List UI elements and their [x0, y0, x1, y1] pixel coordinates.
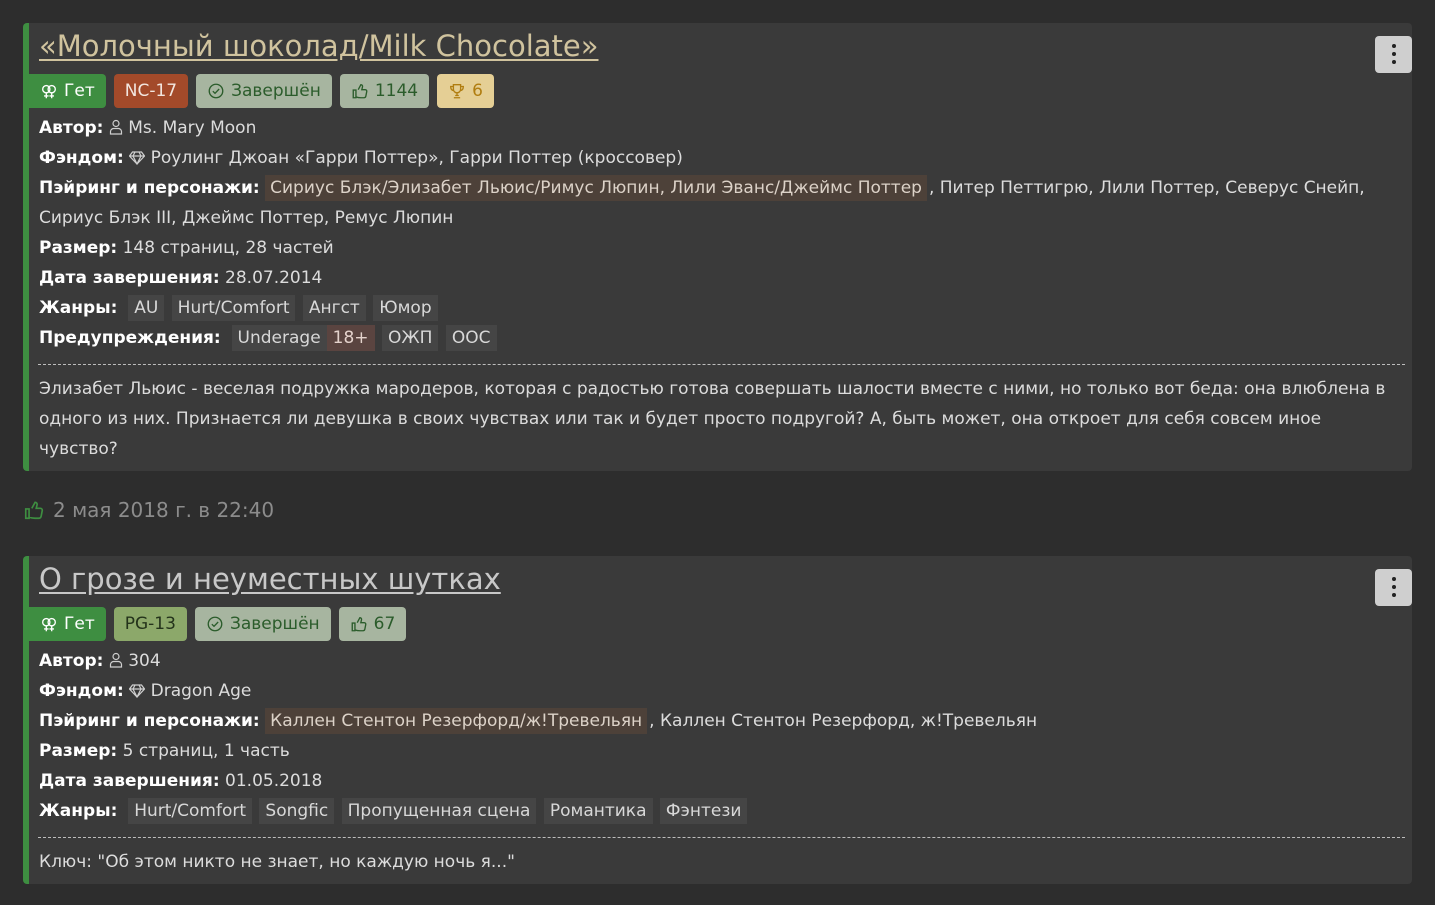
date-row: Дата завершения: 28.07.2014	[39, 263, 1400, 293]
fanfic-card: О грозе и неуместных шутках Гет PG-13 За…	[23, 556, 1412, 884]
pairing-characters[interactable]: , Питер Петтигрю, Лили Поттер, Северус С…	[929, 178, 1365, 198]
person-icon	[109, 652, 122, 668]
fandom-row: Фэндом: Dragon Age	[39, 676, 1400, 706]
date-value: 28.07.2014	[225, 268, 323, 288]
genre-tag[interactable]: Романтика	[543, 798, 653, 824]
gender-icon	[42, 617, 56, 632]
genre-tag[interactable]: Songfic	[259, 798, 335, 824]
genres-row: Жанры: AU Hurt/Comfort Ангст Юмор	[39, 293, 1400, 323]
check-circle-icon	[208, 83, 224, 99]
warnings-label: Предупреждения:	[39, 328, 221, 348]
awards-count: 6	[472, 81, 483, 101]
author-row: Автор: 304	[39, 646, 1400, 676]
author-link[interactable]: 304	[128, 651, 160, 671]
author-row: Автор: Ms. Mary Moon	[39, 113, 1400, 143]
warnings-row: Предупреждения: Underage 18+ ОЖП ООС	[39, 323, 1400, 353]
genre-tag[interactable]: AU	[128, 295, 165, 321]
pairing-row: Пэйринг и персонажи: Сириус Блэк/Элизабе…	[39, 173, 1400, 203]
divider	[38, 364, 1405, 365]
direction-badge[interactable]: Гет	[29, 607, 106, 641]
author-link[interactable]: Ms. Mary Moon	[128, 118, 256, 138]
status-badge[interactable]: Завершён	[196, 74, 332, 108]
likes-count: 67	[373, 614, 396, 634]
genre-tag[interactable]: Ангст	[302, 295, 366, 321]
size-row: Размер: 5 страниц, 1 часть	[39, 736, 1400, 766]
pairing-highlight-link[interactable]: Каллен Стентон Резерфорд/ж!Тревельян	[265, 708, 648, 734]
pairing-characters[interactable]: , Каллен Стентон Резерфорд, ж!Тревельян	[649, 711, 1037, 731]
pairing-characters-continued[interactable]: Сириус Блэк III, Джеймс Поттер, Ремус Лю…	[39, 208, 453, 228]
divider	[38, 837, 1405, 838]
fanfic-title-link[interactable]: «Молочный шоколад/Milk Chocolate»	[39, 27, 1400, 65]
rating-badge[interactable]: PG-13	[113, 607, 187, 641]
warning-tag[interactable]: Underage	[231, 325, 327, 351]
thumbs-up-icon	[24, 501, 44, 520]
gender-icon	[42, 84, 56, 99]
direction-label: Гет	[64, 81, 95, 101]
genre-tag[interactable]: Hurt/Comfort	[171, 295, 296, 321]
size-label: Размер:	[39, 741, 118, 761]
genre-tag[interactable]: Пропущенная сцена	[341, 798, 537, 824]
pairing-label: Пэйринг и персонажи:	[39, 711, 260, 731]
date-row: Дата завершения: 01.05.2018	[39, 766, 1400, 796]
warning-tag[interactable]: ОЖП	[381, 325, 439, 351]
warning-tag-18plus[interactable]: 18+	[326, 325, 375, 351]
fanfic-card: «Молочный шоколад/Milk Chocolate» Гет NC…	[23, 23, 1412, 471]
genres-label: Жанры:	[39, 298, 118, 318]
liked-date: 2 мая 2018 г. в 22:40	[53, 498, 275, 522]
badges-row: Гет NC-17 Завершён 1144 6	[29, 74, 1400, 108]
rating-badge[interactable]: NC-17	[113, 74, 189, 108]
fandom-row: Фэндом: Роулинг Джоан «Гарри Поттер», Га…	[39, 143, 1400, 173]
kebab-menu-icon[interactable]	[1375, 36, 1412, 73]
size-row: Размер: 148 страниц, 28 частей	[39, 233, 1400, 263]
date-label: Дата завершения:	[39, 771, 220, 791]
check-circle-icon	[207, 616, 223, 632]
warning-tag[interactable]: ООС	[445, 325, 497, 351]
likes-count: 1144	[374, 81, 419, 101]
author-label: Автор:	[39, 651, 104, 671]
kebab-menu-icon[interactable]	[1375, 569, 1412, 606]
pairing-row: Пэйринг и персонажи: Каллен Стентон Резе…	[39, 706, 1400, 736]
genres-label: Жанры:	[39, 801, 118, 821]
genre-tag[interactable]: Юмор	[373, 295, 438, 321]
pairing-label: Пэйринг и персонажи:	[39, 178, 260, 198]
thumbs-up-icon	[351, 617, 367, 632]
likes-badge[interactable]: 67	[338, 607, 407, 641]
direction-badge[interactable]: Гет	[29, 74, 106, 108]
size-label: Размер:	[39, 238, 118, 258]
fandom-link[interactable]: Роулинг Джоан «Гарри Поттер», Гарри Потт…	[151, 148, 683, 168]
badges-row: Гет PG-13 Завершён 67	[29, 607, 1400, 641]
size-value: 148 страниц, 28 частей	[122, 238, 334, 258]
person-icon	[109, 119, 122, 135]
rating-label: PG-13	[124, 614, 176, 634]
likes-badge[interactable]: 1144	[339, 74, 430, 108]
genre-tag[interactable]: Фэнтези	[659, 798, 748, 824]
thumbs-up-icon	[352, 84, 368, 99]
fandom-link[interactable]: Dragon Age	[151, 681, 252, 701]
genre-tag[interactable]: Hurt/Comfort	[128, 798, 252, 824]
pairing-row-continued: Сириус Блэк III, Джеймс Поттер, Ремус Лю…	[39, 203, 1400, 233]
pairing-highlight-link[interactable]: Сириус Блэк/Элизабет Льюис/Римус Люпин, …	[265, 175, 927, 201]
fanfic-description: Элизабет Льюис - веселая подружка мароде…	[39, 379, 1386, 459]
awards-badge[interactable]: 6	[437, 74, 494, 108]
fanfic-description: Ключ: "Об этом никто не знает, но каждую…	[39, 852, 515, 872]
rating-label: NC-17	[124, 81, 178, 101]
date-value: 01.05.2018	[225, 771, 323, 791]
genres-row: Жанры: Hurt/Comfort Songfic Пропущенная …	[39, 796, 1400, 826]
status-label: Завершён	[229, 614, 320, 634]
author-label: Автор:	[39, 118, 104, 138]
fanfic-title-link[interactable]: О грозе и неуместных шутках	[39, 560, 1400, 598]
liked-date-row: 2 мая 2018 г. в 22:40	[23, 498, 274, 522]
diamond-icon	[129, 684, 146, 698]
diamond-icon	[129, 151, 146, 165]
date-label: Дата завершения:	[39, 268, 220, 288]
direction-label: Гет	[64, 614, 95, 634]
status-badge[interactable]: Завершён	[194, 607, 331, 641]
size-value: 5 страниц, 1 часть	[122, 741, 290, 761]
fandom-label: Фэндом:	[39, 148, 124, 168]
trophy-icon	[450, 84, 465, 99]
status-label: Завершён	[231, 81, 321, 101]
fandom-label: Фэндом:	[39, 681, 124, 701]
